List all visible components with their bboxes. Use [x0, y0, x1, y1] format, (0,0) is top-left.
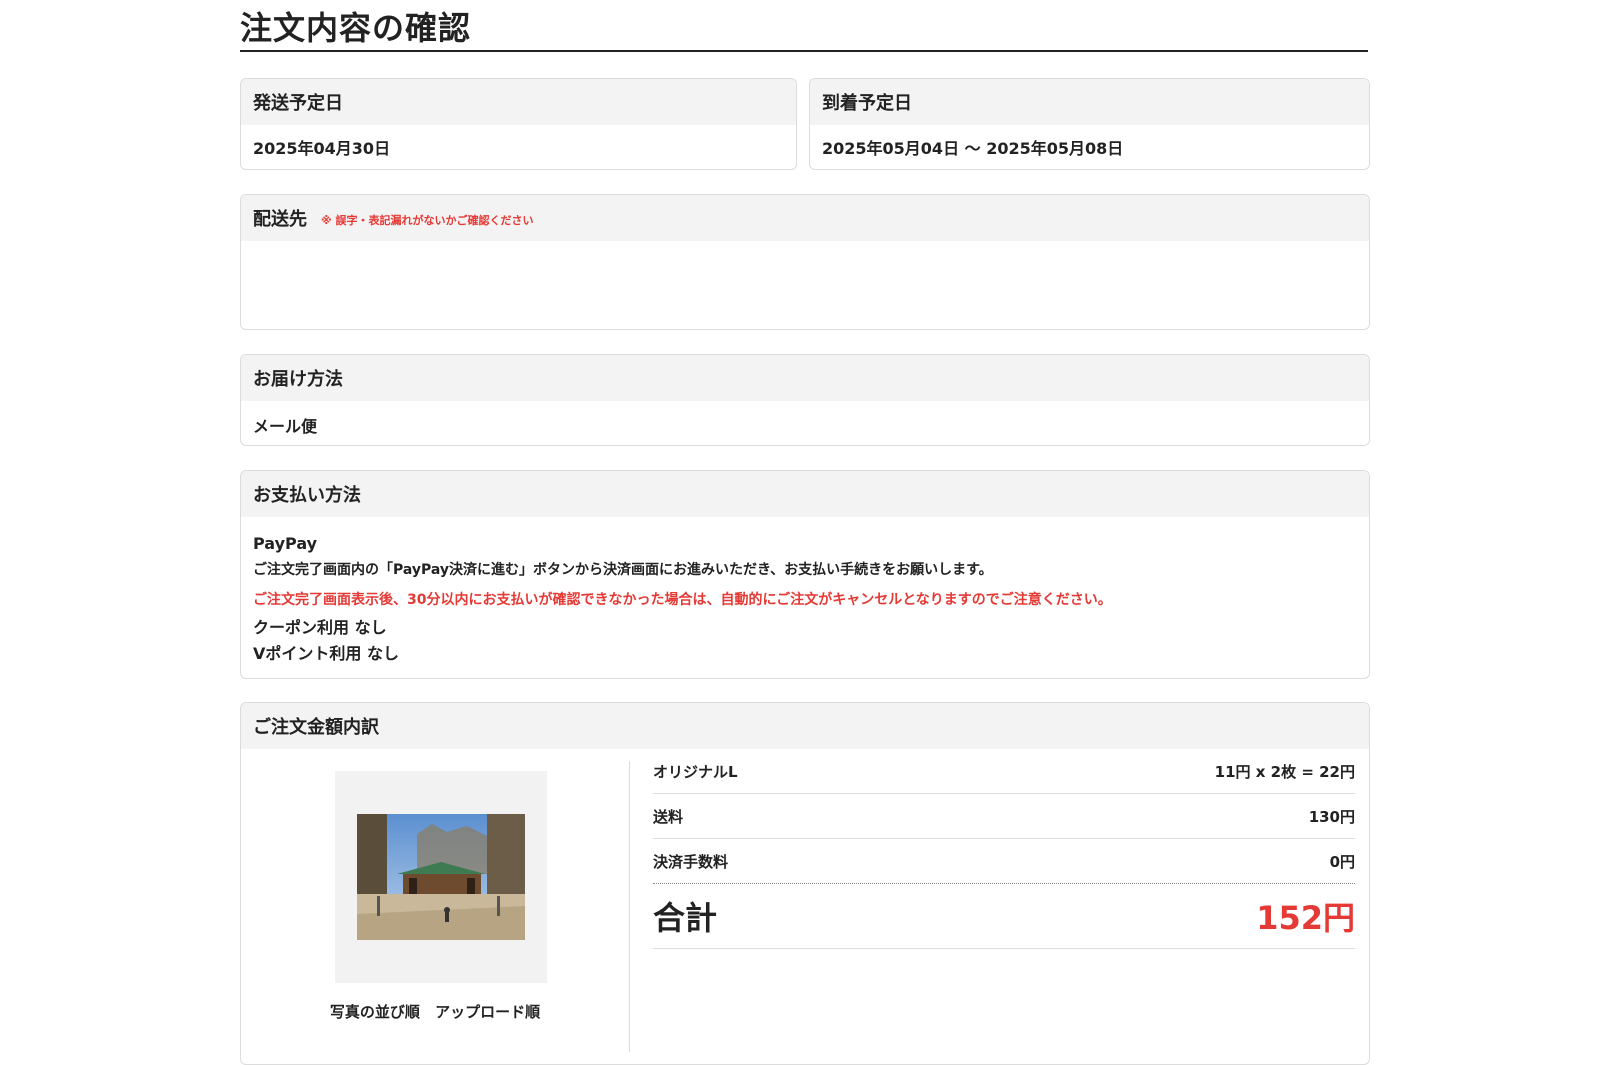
price-row-value: 130円	[1308, 807, 1355, 826]
price-row-value: 11円 x 2枚 = 22円	[1214, 762, 1355, 781]
payment-method-name: PayPay	[253, 534, 318, 553]
order-breakdown-label: ご注文金額内訳	[241, 703, 1369, 749]
order-confirmation-page: 注文内容の確認	[240, 0, 1368, 52]
payment-method-label: お支払い方法	[241, 471, 1369, 517]
order-breakdown-body: 写真の並び順 アップロード順 オリジナルL 11円 x 2枚 = 22円 送料 …	[241, 749, 1369, 1064]
shrine-photo-image	[357, 814, 525, 940]
order-breakdown-card: ご注文金額内訳 写真の並び順 アップロード順 オリジナルL 11円 x 2枚 =…	[240, 702, 1370, 1065]
payment-warning: ご注文完了画面表示後、30分以内にお支払いが確認できなかった場合は、自動的にご注…	[253, 592, 1112, 608]
price-row-value: 0円	[1329, 852, 1355, 871]
photo-thumbnail-frame	[335, 771, 547, 983]
payment-method-body: PayPay ご注文完了画面内の「PayPay決済に進む」ボタンから決済画面にお…	[241, 517, 1369, 675]
arrival-date-value: 2025年05月04日 〜 2025年05月08日	[822, 139, 1124, 158]
price-row-shipping: 送料 130円	[653, 794, 1355, 839]
payment-method-card: お支払い方法 PayPay ご注文完了画面内の「PayPay決済に進む」ボタンか…	[240, 470, 1370, 679]
coupon-usage: クーポン利用 なし	[253, 618, 387, 637]
photo-order-caption: 写真の並び順 アップロード順	[241, 1001, 629, 1022]
ship-date-value: 2025年04月30日	[253, 139, 391, 158]
destination-label: 配送先	[253, 209, 307, 230]
photo-thumbnail	[357, 814, 525, 940]
destination-note: ※ 誤字・表記漏れがないかご確認ください	[321, 214, 534, 227]
ship-date-card: 発送予定日 2025年04月30日	[240, 78, 797, 170]
price-row-label: オリジナルL	[653, 762, 738, 781]
delivery-method-label: お届け方法	[241, 355, 1369, 401]
total-value: 152円	[1256, 899, 1355, 937]
destination-card: 配送先 ※ 誤字・表記漏れがないかご確認ください	[240, 194, 1370, 330]
ship-date-label: 発送予定日	[241, 79, 796, 125]
photo-order-value: アップロード順	[435, 1003, 541, 1021]
destination-header: 配送先 ※ 誤字・表記漏れがないかご確認ください	[241, 195, 1369, 241]
price-row-print: オリジナルL 11円 x 2枚 = 22円	[653, 749, 1355, 794]
total-label: 合計	[653, 899, 718, 937]
destination-address	[241, 241, 1369, 257]
price-row-label: 送料	[653, 807, 684, 826]
payment-instruction: ご注文完了画面内の「PayPay決済に進む」ボタンから決済画面にお進みいただき、…	[253, 562, 993, 578]
price-row-label: 決済手数料	[653, 852, 729, 871]
arrival-date-label: 到着予定日	[810, 79, 1369, 125]
delivery-method-card: お届け方法 メール便	[240, 354, 1370, 446]
arrival-date-card: 到着予定日 2025年05月04日 〜 2025年05月08日	[809, 78, 1370, 170]
vpoint-usage: Vポイント利用 なし	[253, 644, 399, 663]
page-title: 注文内容の確認	[240, 0, 1368, 52]
photo-column: 写真の並び順 アップロード順	[241, 761, 630, 1052]
delivery-method-value: メール便	[253, 417, 318, 436]
photo-order-label: 写真の並び順	[329, 1003, 420, 1021]
total-row: 合計 152円	[653, 884, 1355, 949]
price-column: オリジナルL 11円 x 2枚 = 22円 送料 130円 決済手数料 0円 合…	[653, 749, 1355, 949]
price-row-fee: 決済手数料 0円	[653, 839, 1355, 884]
